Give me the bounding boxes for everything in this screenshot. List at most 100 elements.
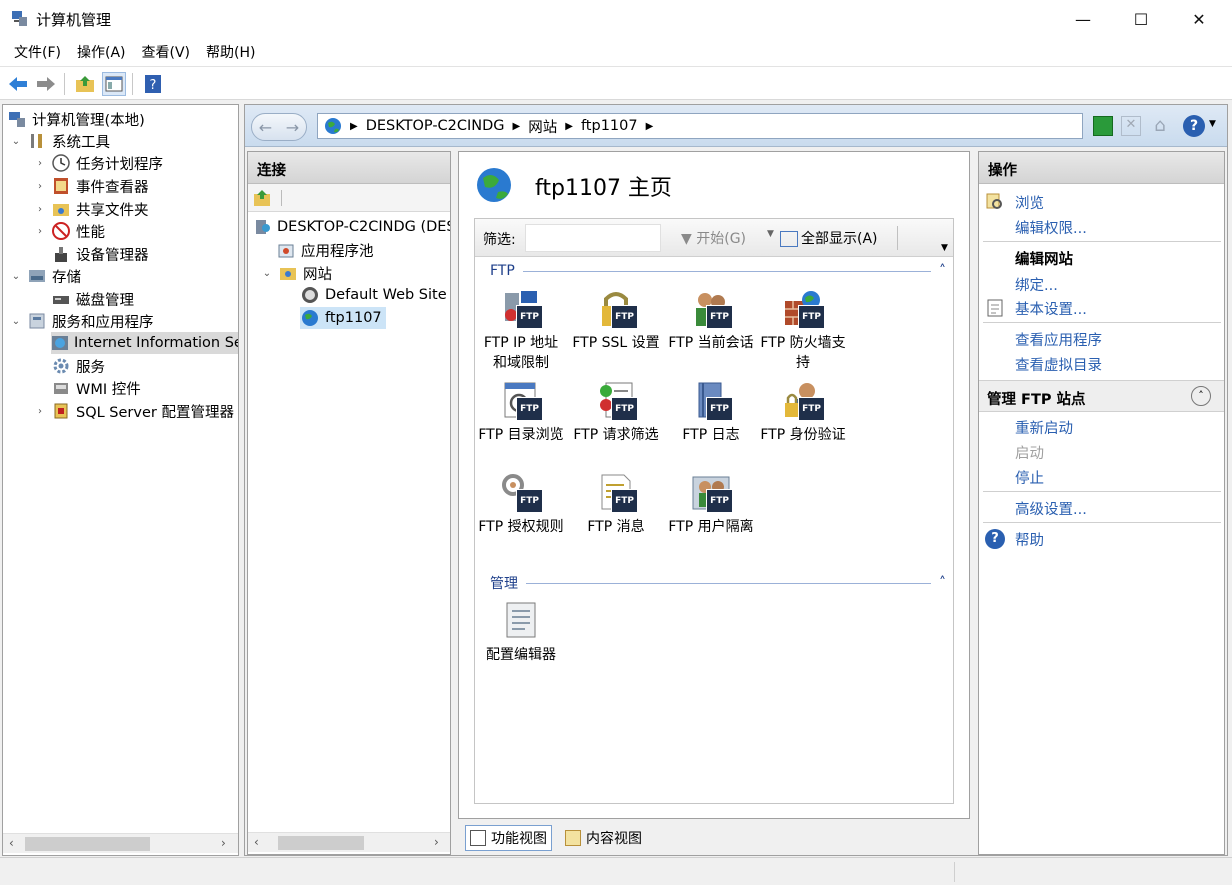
conn-server[interactable]: DESKTOP-C2CINDG (DES <box>254 216 450 238</box>
feature-ftp-authorization-rules[interactable]: FTP FTP 授权规则 <box>475 473 567 537</box>
collapse-caret-icon[interactable]: ˄ <box>939 575 946 591</box>
feature-ftp-ip-restrictions[interactable]: FTP FTP IP 地址 和域限制 <box>475 289 567 373</box>
nav-forward-icon[interactable]: → <box>286 118 299 137</box>
crumb-sites[interactable]: 网站 <box>528 116 557 137</box>
action-browse[interactable]: 浏览 <box>1015 192 1044 213</box>
conn-ftp-site[interactable]: ftp1107 <box>300 307 386 329</box>
feature-ftp-messages[interactable]: FTP FTP 消息 <box>570 473 662 537</box>
action-stop[interactable]: 停止 <box>1015 467 1044 488</box>
feature-ftp-sessions[interactable]: FTP FTP 当前会话 <box>665 289 757 353</box>
crumb-server[interactable]: DESKTOP-C2CINDG <box>366 118 505 134</box>
tree-services[interactable]: 服务 <box>51 355 105 377</box>
manage-ftp-header[interactable]: 管理 FTP 站点 ˄ <box>979 380 1224 412</box>
breadcrumb-arrow-icon[interactable]: ▶ <box>350 121 358 132</box>
action-view-applications[interactable]: 查看应用程序 <box>1015 329 1102 350</box>
expand-chevron-icon[interactable]: › <box>33 158 47 169</box>
stop-icon[interactable]: ✕ <box>1121 116 1141 136</box>
scroll-thumb[interactable] <box>278 836 364 850</box>
tab-features-view[interactable]: 功能视图 <box>465 825 552 851</box>
conn-sites[interactable]: ⌄ 网站 <box>260 262 332 284</box>
menu-file[interactable]: 文件(F) <box>6 39 69 65</box>
feature-ftp-logging[interactable]: FTP FTP 日志 <box>665 381 757 445</box>
forward-arrow-icon[interactable] <box>34 72 58 96</box>
breadcrumb[interactable]: ▶ DESKTOP-C2CINDG ▶ 网站 ▶ ftp1107 ▶ <box>317 113 1083 139</box>
collapse-chevron-icon[interactable]: ⌄ <box>9 271 23 282</box>
breadcrumb-arrow-icon[interactable]: ▶ <box>513 121 521 132</box>
menu-action[interactable]: 操作(A) <box>69 39 134 65</box>
action-edit-permissions[interactable]: 编辑权限... <box>1015 217 1087 238</box>
tree-task-scheduler[interactable]: › 任务计划程序 <box>33 152 163 174</box>
tree-services-apps[interactable]: ⌄ 服务和应用程序 <box>9 310 154 332</box>
scroll-right-icon[interactable]: › <box>434 835 439 849</box>
show-all-button[interactable]: 全部显示(A) <box>780 228 878 248</box>
menu-view[interactable]: 查看(V) <box>134 39 199 65</box>
home-icon[interactable]: ⌂ <box>1149 115 1171 137</box>
tree-wmi[interactable]: WMI 控件 <box>51 377 141 399</box>
expand-chevron-icon[interactable]: › <box>33 181 47 192</box>
action-bindings[interactable]: 绑定... <box>1015 274 1058 295</box>
tree-performance[interactable]: › 性能 <box>33 220 105 242</box>
action-restart[interactable]: 重新启动 <box>1015 417 1073 438</box>
crumb-ftp-site[interactable]: ftp1107 <box>581 118 638 134</box>
expand-chevron-icon[interactable]: › <box>33 406 47 417</box>
tree-root[interactable]: 计算机管理(本地) <box>7 108 145 130</box>
connections-hscrollbar[interactable]: ‹ › <box>248 832 450 852</box>
collapse-chevron-icon[interactable]: ⌄ <box>9 316 23 327</box>
breadcrumb-arrow-icon[interactable]: ▶ <box>565 121 573 132</box>
feature-config-editor[interactable]: 配置编辑器 <box>475 601 567 665</box>
action-view-virtual-dirs[interactable]: 查看虚拟目录 <box>1015 354 1102 375</box>
start-filter-button[interactable]: ▼ 开始(G) <box>681 228 746 248</box>
maximize-button[interactable]: ☐ <box>1112 0 1170 38</box>
nav-back-icon[interactable]: ← <box>259 118 272 137</box>
action-basic-settings[interactable]: 基本设置... <box>1015 298 1087 319</box>
refresh-icon[interactable] <box>1093 116 1113 136</box>
tree-system-tools[interactable]: ⌄ 系统工具 <box>9 130 110 152</box>
conn-default-site[interactable]: Default Web Site <box>300 284 447 306</box>
help-dropdown-icon[interactable]: ▼ <box>1209 119 1216 129</box>
scroll-thumb[interactable] <box>25 837 150 851</box>
group-manage[interactable]: 管理 ˄ <box>490 573 946 593</box>
collapse-chevron-icon[interactable]: ⌄ <box>9 136 23 147</box>
feature-ftp-firewall[interactable]: FTP FTP 防火墙支 持 <box>757 289 849 373</box>
action-advanced-settings[interactable]: 高级设置... <box>1015 498 1087 519</box>
tree-sql-server[interactable]: › SQL Server 配置管理器 <box>33 400 234 422</box>
action-help[interactable]: 帮助 <box>1015 529 1044 550</box>
collapse-caret-icon[interactable]: ˄ <box>1191 386 1211 406</box>
collapse-caret-icon[interactable]: ˄ <box>939 263 946 279</box>
filter-input[interactable] <box>525 224 661 252</box>
menu-help[interactable]: 帮助(H) <box>198 39 263 65</box>
help-icon[interactable]: ? <box>1183 115 1205 137</box>
show-hide-tree-icon[interactable] <box>102 72 126 96</box>
tree-iis[interactable]: Internet Information Se <box>51 332 238 354</box>
close-button[interactable]: ✕ <box>1170 0 1228 38</box>
collapse-chevron-icon[interactable]: ⌄ <box>260 268 274 279</box>
tree-disk-management[interactable]: 磁盘管理 <box>51 288 134 310</box>
start-dropdown-icon[interactable]: ▼ <box>767 229 774 239</box>
expand-chevron-icon[interactable]: › <box>33 226 47 237</box>
scroll-right-icon[interactable]: › <box>221 836 226 850</box>
device-manager-icon <box>51 244 71 264</box>
minimize-button[interactable]: — <box>1054 0 1112 38</box>
group-ftp[interactable]: FTP ˄ <box>490 261 946 281</box>
tab-content-view[interactable]: 内容视图 <box>561 825 646 851</box>
feature-ftp-authentication[interactable]: FTP FTP 身份验证 <box>757 381 849 445</box>
scroll-left-icon[interactable]: ‹ <box>9 836 14 850</box>
expand-chevron-icon[interactable]: › <box>33 204 47 215</box>
feature-ftp-directory-browsing[interactable]: FTP FTP 目录浏览 <box>475 381 567 445</box>
scroll-left-icon[interactable]: ‹ <box>254 835 259 849</box>
feature-ftp-ssl[interactable]: FTP FTP SSL 设置 <box>570 289 662 353</box>
left-tree-hscrollbar[interactable]: ‹ › <box>3 833 238 853</box>
tree-device-manager[interactable]: 设备管理器 <box>51 243 149 265</box>
tree-event-viewer[interactable]: › 事件查看器 <box>33 175 149 197</box>
help-book-icon[interactable]: ? <box>141 72 165 96</box>
connect-icon[interactable] <box>253 189 271 207</box>
conn-app-pools[interactable]: 应用程序池 <box>276 239 374 261</box>
up-folder-icon[interactable] <box>73 72 97 96</box>
tree-shared-folders[interactable]: › 共享文件夹 <box>33 198 149 220</box>
feature-ftp-user-isolation[interactable]: FTP FTP 用户隔离 <box>665 473 757 537</box>
tree-storage[interactable]: ⌄ 存储 <box>9 265 81 287</box>
back-arrow-icon[interactable] <box>6 72 30 96</box>
filter-overflow-icon[interactable]: ▼ <box>941 243 948 253</box>
feature-ftp-request-filtering[interactable]: FTP FTP 请求筛选 <box>570 381 662 445</box>
breadcrumb-arrow-icon[interactable]: ▶ <box>646 121 654 132</box>
